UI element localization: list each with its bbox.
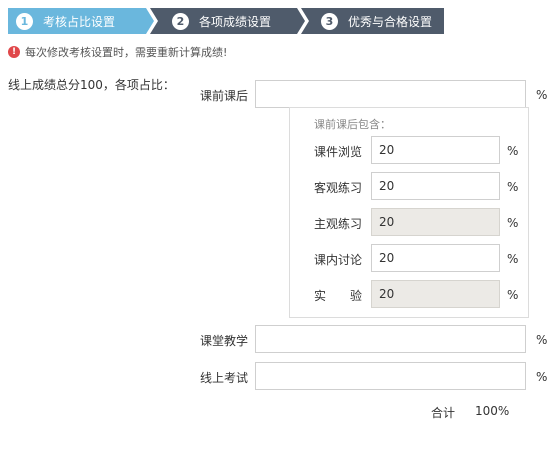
percent-unit: %	[507, 180, 519, 194]
step-excellent-pass-settings[interactable]: 3 优秀与合格设置	[301, 8, 444, 34]
percent-unit: %	[507, 288, 519, 302]
total-sum-label: 合计	[431, 406, 456, 420]
percent-unit: %	[507, 252, 519, 266]
courseware-browse-input[interactable]: 20	[371, 136, 500, 164]
pre-post-class-input[interactable]	[255, 80, 526, 108]
percent-unit: %	[507, 144, 519, 158]
pre-post-class-label: 课前课后	[200, 89, 249, 103]
step-assessment-ratio[interactable]: 1 考核占比设置	[8, 8, 154, 34]
percent-unit: %	[507, 216, 519, 230]
warning-notice: ! 每次修改考核设置时，需要重新计算成绩!	[8, 44, 227, 60]
breakdown-title: 课前课后包含：	[314, 118, 391, 131]
percent-unit: %	[536, 333, 548, 347]
total-score-label: 线上成绩总分100，各项占比：	[8, 78, 175, 92]
experiment-input: 20	[371, 280, 500, 308]
online-exam-input[interactable]	[255, 362, 526, 390]
step-label: 优秀与合格设置	[348, 14, 433, 29]
objective-exercise-input[interactable]: 20	[371, 172, 500, 200]
step-number: 1	[16, 12, 33, 30]
subjective-exercise-label: 主观练习	[314, 217, 363, 231]
step-number: 2	[172, 12, 189, 30]
total-sum-value: 100%	[475, 404, 510, 418]
warning-icon: !	[8, 46, 20, 58]
classroom-teaching-input[interactable]	[255, 325, 526, 353]
step-number: 3	[321, 12, 338, 30]
step-label: 考核占比设置	[43, 14, 116, 29]
experiment-label: 实 验	[314, 289, 363, 303]
step-label: 各项成绩设置	[199, 14, 272, 29]
step-progress: 1 考核占比设置 2 各项成绩设置 3 优秀与合格设置	[8, 8, 444, 34]
courseware-browse-label: 课件浏览	[314, 145, 363, 159]
classroom-teaching-label: 课堂教学	[200, 334, 249, 348]
objective-exercise-label: 客观练习	[314, 181, 363, 195]
step-score-settings[interactable]: 2 各项成绩设置	[150, 8, 305, 34]
in-class-discussion-label: 课内讨论	[314, 253, 363, 267]
online-exam-label: 线上考试	[200, 371, 249, 385]
subjective-exercise-input: 20	[371, 208, 500, 236]
in-class-discussion-input[interactable]: 20	[371, 244, 500, 272]
percent-unit: %	[536, 370, 548, 384]
notice-text: 每次修改考核设置时，需要重新计算成绩!	[25, 46, 228, 59]
percent-unit: %	[536, 88, 548, 102]
